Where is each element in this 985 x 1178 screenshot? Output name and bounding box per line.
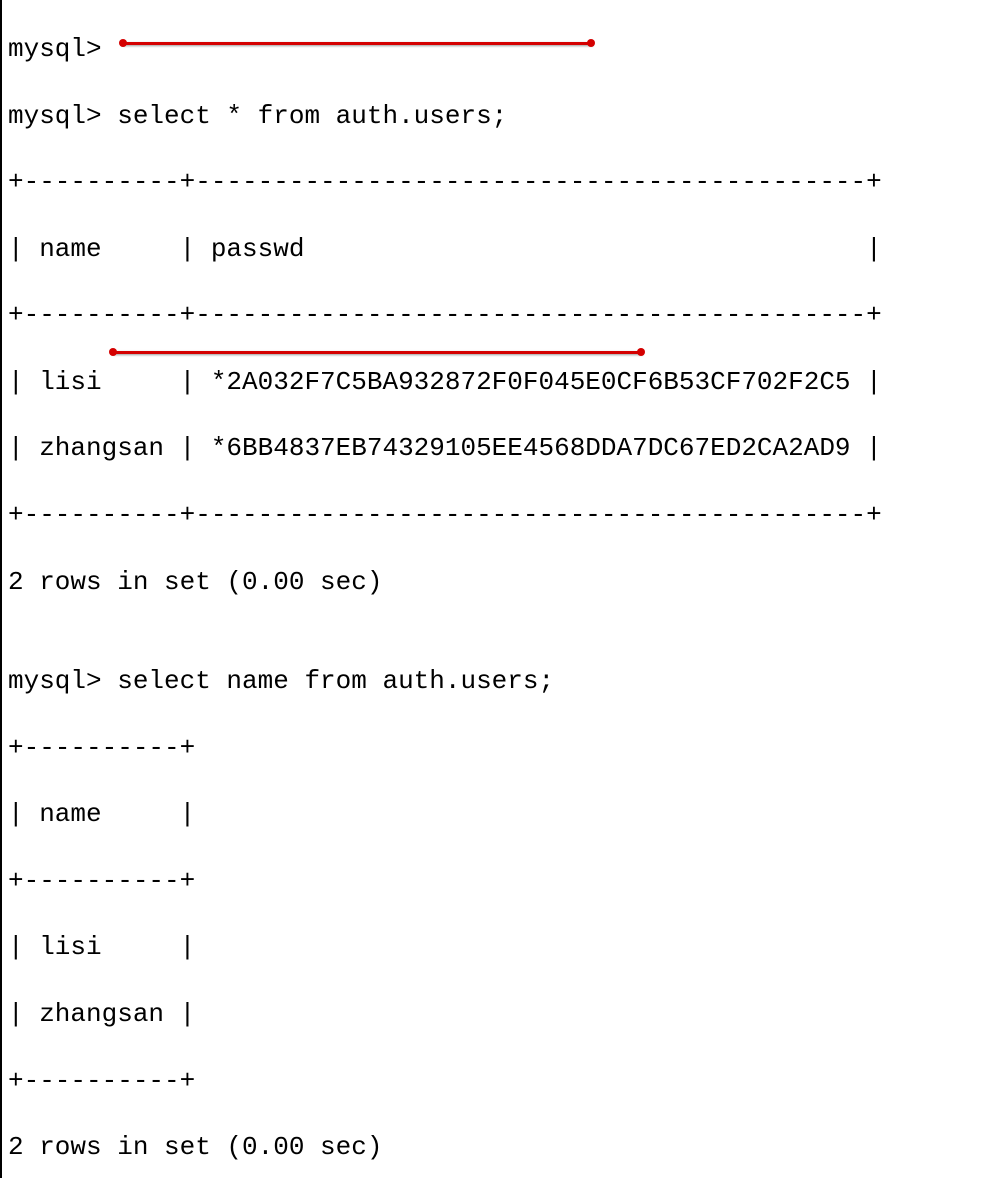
query1-summary: 2 rows in set (0.00 sec) (8, 566, 985, 599)
table1-border-mid: +----------+----------------------------… (8, 299, 985, 332)
table2-row: | zhangsan | (8, 998, 985, 1031)
annotation-underline-1 (122, 42, 592, 45)
table2-border-mid: +----------+ (8, 865, 985, 898)
prompt-line-partial: mysql> (8, 33, 985, 66)
mysql-prompt: mysql> (8, 666, 117, 696)
table2-border-top: +----------+ (8, 732, 985, 765)
mysql-prompt: mysql> (8, 101, 117, 131)
table1-row: | lisi | *2A032F7C5BA932872F0F045E0CF6B5… (8, 366, 985, 399)
table1-header: | name | passwd | (8, 233, 985, 266)
table1-border-top: +----------+----------------------------… (8, 166, 985, 199)
table2-border-bottom: +----------+ (8, 1065, 985, 1098)
annotation-underline-2 (112, 351, 642, 354)
terminal-output: mysql> mysql> select * from auth.users; … (0, 0, 985, 1178)
query1-command-line[interactable]: mysql> select * from auth.users; (8, 100, 985, 133)
sql-command: select * from auth.users; (117, 101, 507, 131)
table2-header: | name | (8, 798, 985, 831)
table1-border-bottom: +----------+----------------------------… (8, 499, 985, 532)
table1-row: | zhangsan | *6BB4837EB74329105EE4568DDA… (8, 432, 985, 465)
query2-command-line[interactable]: mysql> select name from auth.users; (8, 665, 985, 698)
sql-command: select name from auth.users; (117, 666, 554, 696)
query2-summary: 2 rows in set (0.00 sec) (8, 1131, 985, 1164)
table2-row: | lisi | (8, 931, 985, 964)
